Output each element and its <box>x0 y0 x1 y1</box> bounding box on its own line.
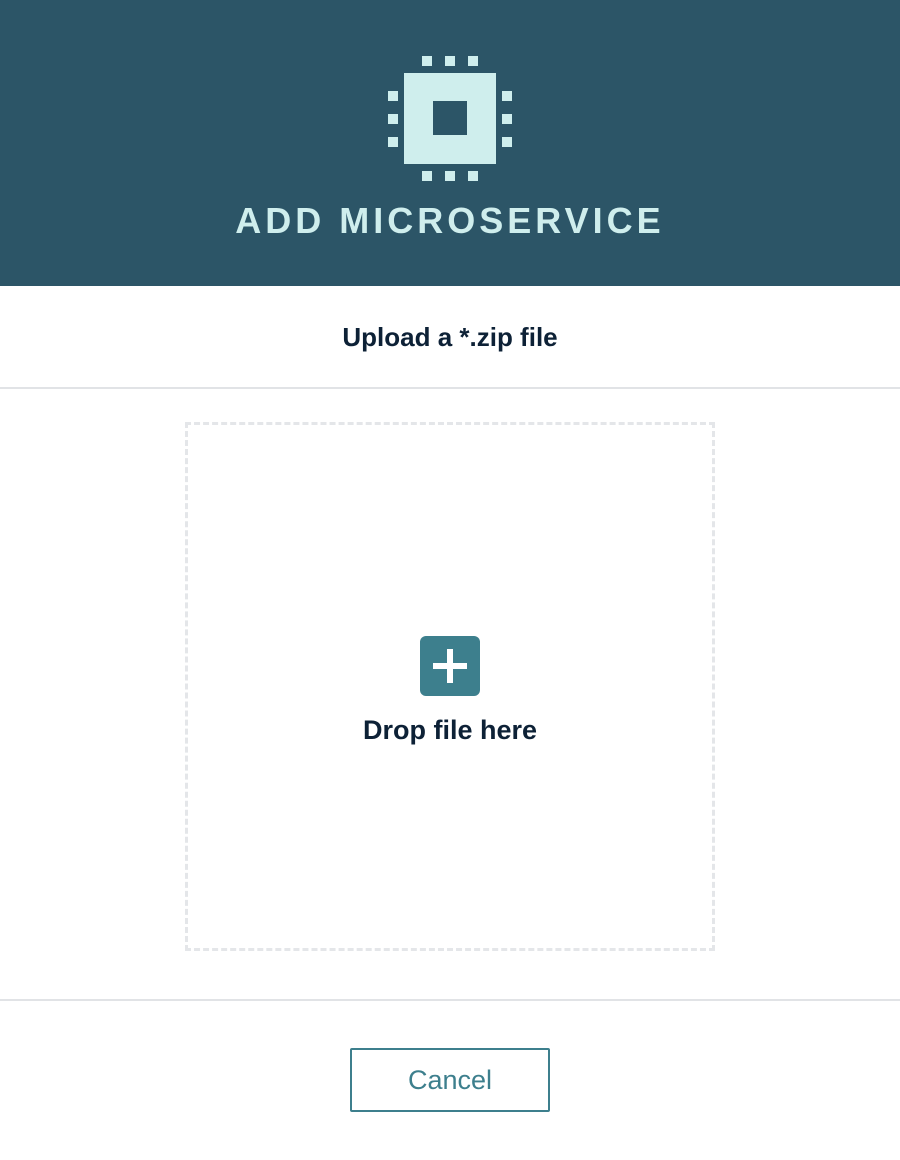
file-dropzone[interactable]: Drop file here <box>185 422 715 951</box>
dialog-title: ADD MICROSERVICE <box>235 200 665 241</box>
microchip-icon <box>388 56 512 181</box>
plus-square-icon[interactable] <box>420 636 480 696</box>
subtitle-section: Upload a *.zip file <box>0 286 900 389</box>
add-microservice-dialog: ADD MICROSERVICE Upload a *.zip file Dro… <box>0 0 900 1160</box>
dropzone-label: Drop file here <box>362 715 538 745</box>
cancel-button[interactable]: Cancel <box>350 1048 550 1112</box>
footer-divider <box>0 999 900 1001</box>
dialog-header: ADD MICROSERVICE <box>0 0 900 286</box>
upload-instructions: Upload a *.zip file <box>342 322 558 352</box>
